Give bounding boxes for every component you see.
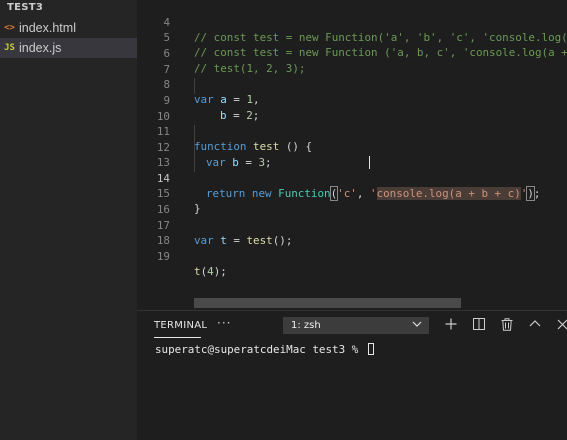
code-line-active[interactable]: 14 return new Function('c', 'console.log… bbox=[137, 155, 567, 202]
code-line[interactable]: 12 var b = 3; bbox=[137, 124, 567, 170]
code-line[interactable]: 5 // const test = new Function ('a, b, c… bbox=[137, 14, 567, 60]
close-icon[interactable] bbox=[554, 315, 567, 333]
terminal-panel: TERMINAL ··· 1: zsh superatc@superatcdei… bbox=[137, 310, 567, 440]
split-terminal-icon[interactable] bbox=[471, 315, 487, 333]
code-line[interactable]: 4 // const test = new Function('a', 'b',… bbox=[137, 0, 567, 45]
text-cursor bbox=[369, 156, 370, 169]
code-line[interactable]: 17 var t = test(); bbox=[137, 202, 567, 248]
explorer-sidebar: TEST3 <> index.html JS index.js bbox=[0, 0, 137, 440]
code-line[interactable]: 6 // test(1, 2, 3); bbox=[137, 30, 567, 76]
terminal-select-dropdown[interactable]: 1: zsh bbox=[283, 317, 429, 334]
plus-icon[interactable] bbox=[443, 315, 459, 333]
code-line[interactable]: 9 b = 2; bbox=[137, 77, 567, 123]
file-name: index.js bbox=[19, 41, 62, 55]
trash-icon[interactable] bbox=[499, 315, 515, 333]
chevron-up-icon[interactable] bbox=[527, 315, 543, 333]
terminal-cursor bbox=[367, 343, 374, 355]
html-file-icon: <> bbox=[4, 23, 15, 33]
terminal-select-value: 1: zsh bbox=[291, 320, 321, 331]
file-item-index-js[interactable]: JS index.js bbox=[0, 38, 137, 58]
project-folder-title[interactable]: TEST3 bbox=[7, 2, 43, 13]
terminal-prompt: superatc@superatcdeiMac test3 % bbox=[155, 343, 365, 356]
horizontal-scrollbar[interactable] bbox=[194, 298, 461, 308]
code-line[interactable]: 19 t(4); bbox=[137, 233, 567, 279]
terminal-prompt-line[interactable]: superatc@superatcdeiMac test3 % bbox=[155, 343, 374, 356]
chevron-down-icon bbox=[412, 319, 422, 332]
code-line[interactable]: 11 function test () { bbox=[137, 108, 567, 154]
file-item-index-html[interactable]: <> index.html bbox=[0, 18, 137, 38]
code-line[interactable]: 18 bbox=[137, 217, 567, 247]
code-line[interactable]: 13 bbox=[137, 139, 567, 169]
active-tab-indicator bbox=[154, 337, 201, 338]
code-line[interactable]: 10 bbox=[137, 93, 567, 123]
code-line[interactable]: 16 bbox=[137, 186, 567, 216]
js-file-icon: JS bbox=[4, 43, 15, 53]
file-name: index.html bbox=[19, 21, 76, 35]
code-line[interactable]: 7 bbox=[137, 46, 567, 76]
code-line[interactable]: 15 } bbox=[137, 170, 567, 216]
code-editor[interactable]: 4 // const test = new Function('a', 'b',… bbox=[137, 0, 567, 310]
tab-terminal[interactable]: TERMINAL bbox=[154, 320, 207, 331]
more-actions-icon[interactable]: ··· bbox=[217, 316, 231, 330]
code-line[interactable]: 8 var a = 1, bbox=[137, 61, 567, 107]
